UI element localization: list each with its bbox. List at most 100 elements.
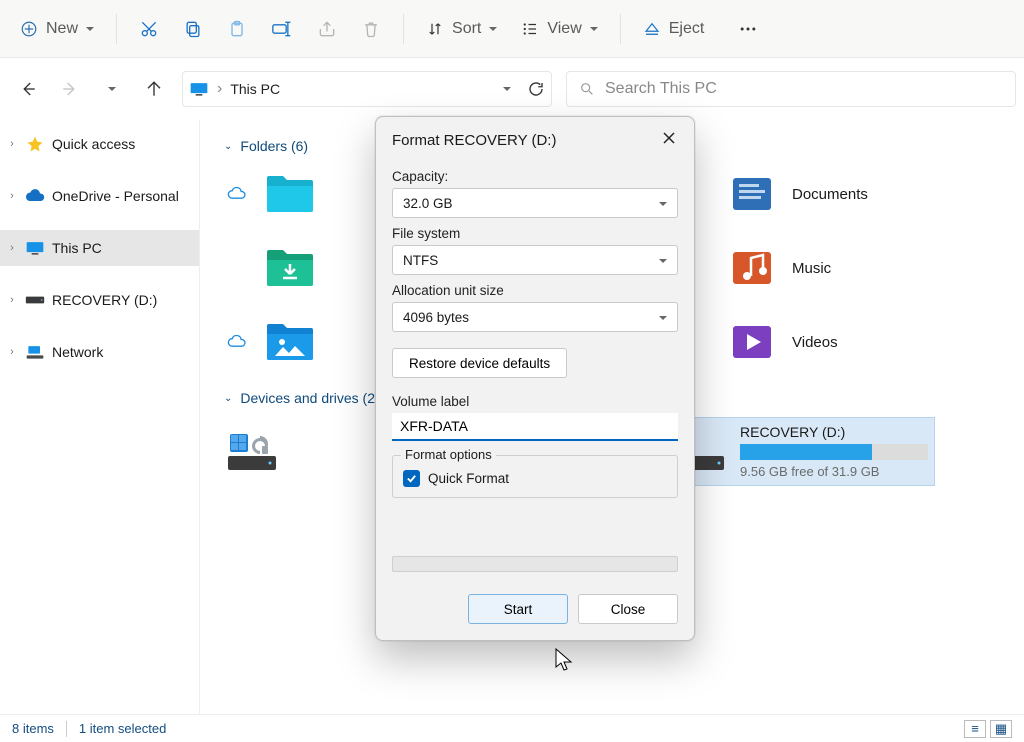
- arrow-left-icon: [19, 80, 37, 98]
- more-button[interactable]: [728, 10, 768, 48]
- chevron-down-icon[interactable]: [503, 80, 511, 98]
- more-icon: [738, 19, 758, 39]
- rename-button[interactable]: [261, 10, 303, 48]
- nav-this-pc[interactable]: › This PC: [0, 230, 199, 266]
- plus-circle-icon: [20, 20, 38, 38]
- view-icon: [521, 20, 539, 38]
- dialog-close-button[interactable]: [658, 127, 680, 153]
- eject-button[interactable]: Eject: [633, 10, 715, 48]
- navigation-row: › This PC Search This PC: [0, 58, 1024, 120]
- details-view-toggle[interactable]: ≡: [964, 720, 986, 738]
- nav-label: This PC: [52, 240, 102, 256]
- search-box[interactable]: Search This PC: [566, 71, 1016, 107]
- address-bar[interactable]: › This PC: [182, 71, 552, 107]
- downloads-folder-icon: [265, 248, 315, 288]
- capacity-combo[interactable]: 32.0 GB: [392, 188, 678, 218]
- share-button[interactable]: [307, 10, 347, 48]
- nav-network[interactable]: › Network: [0, 334, 199, 370]
- quick-format-label: Quick Format: [428, 471, 509, 486]
- breadcrumb[interactable]: This PC: [230, 81, 280, 97]
- close-button[interactable]: Close: [578, 594, 678, 624]
- drive-icon: [25, 294, 45, 306]
- capacity-label: Capacity:: [392, 169, 678, 184]
- arrow-right-icon: [61, 80, 79, 98]
- videos-icon: [729, 322, 775, 362]
- sort-label: Sort: [452, 20, 481, 38]
- drive-free: 9.56 GB free of 31.9 GB: [740, 464, 928, 479]
- search-placeholder: Search This PC: [605, 80, 717, 98]
- close-icon: [662, 131, 676, 145]
- capacity-bar: [740, 444, 928, 460]
- volume-label-label: Volume label: [392, 394, 678, 409]
- drive-recovery[interactable]: RECOVERY (D:) 9.56 GB free of 31.9 GB: [674, 418, 934, 485]
- folder-label: Music: [792, 260, 831, 277]
- format-dialog: Format RECOVERY (D:) Capacity: 32.0 GB F…: [375, 116, 695, 641]
- os-drive-icon: [224, 430, 280, 474]
- cut-icon: [139, 19, 159, 39]
- drive-name: RECOVERY (D:): [740, 424, 928, 440]
- sort-icon: [426, 20, 444, 38]
- trash-icon: [361, 19, 381, 39]
- command-bar: New Sort View Eject: [0, 0, 1024, 58]
- folder-music[interactable]: Music: [724, 240, 994, 296]
- cloud-state-icon: [227, 335, 247, 349]
- volume-label-input[interactable]: [392, 413, 678, 441]
- folder-videos[interactable]: Videos: [724, 314, 994, 370]
- nav-label: Quick access: [52, 136, 135, 152]
- up-button[interactable]: [134, 69, 174, 109]
- status-bar: 8 items 1 item selected ≡ ▦: [0, 714, 1024, 742]
- checkbox-checked-icon: [403, 470, 420, 487]
- chevron-down-icon: [489, 20, 497, 38]
- format-options-legend: Format options: [401, 447, 496, 462]
- cloud-state-icon: [227, 187, 247, 201]
- copy-button[interactable]: [173, 10, 213, 48]
- sort-button[interactable]: Sort: [416, 10, 507, 48]
- search-icon: [579, 81, 595, 97]
- folder-documents[interactable]: Documents: [724, 166, 994, 222]
- delete-button[interactable]: [351, 10, 391, 48]
- back-button[interactable]: [8, 69, 48, 109]
- new-button[interactable]: New: [10, 10, 104, 48]
- folder-label: Documents: [792, 186, 868, 203]
- eject-icon: [643, 20, 661, 38]
- refresh-icon[interactable]: [527, 80, 545, 98]
- chevron-down-icon: [86, 20, 94, 38]
- nav-label: OneDrive - Personal: [52, 188, 179, 204]
- tiles-view-toggle[interactable]: ▦: [990, 720, 1012, 738]
- recent-locations-button[interactable]: [92, 69, 132, 109]
- restore-defaults-button[interactable]: Restore device defaults: [392, 348, 567, 378]
- pictures-folder-icon: [265, 322, 315, 362]
- allocation-value: 4096 bytes: [403, 310, 469, 325]
- dialog-title: Format RECOVERY (D:): [392, 132, 556, 149]
- capacity-value: 32.0 GB: [403, 196, 453, 211]
- cloud-icon: [25, 189, 45, 203]
- documents-icon: [729, 174, 775, 214]
- monitor-icon: [189, 81, 209, 97]
- chevron-down-icon: [659, 310, 667, 325]
- nav-recovery-drive[interactable]: › RECOVERY (D:): [0, 282, 199, 318]
- navigation-pane: › Quick access › OneDrive - Personal › T…: [0, 120, 200, 714]
- folder-label: Videos: [792, 334, 838, 351]
- star-icon: [26, 135, 44, 153]
- status-item-count: 8 items: [12, 721, 54, 736]
- quick-format-checkbox[interactable]: Quick Format: [403, 470, 667, 487]
- paste-button[interactable]: [217, 10, 257, 48]
- nav-label: RECOVERY (D:): [52, 292, 157, 308]
- paste-icon: [227, 19, 247, 39]
- group-label: Devices and drives (2): [240, 390, 379, 406]
- nav-onedrive[interactable]: › OneDrive - Personal: [0, 178, 199, 214]
- cut-button[interactable]: [129, 10, 169, 48]
- new-label: New: [46, 20, 78, 38]
- format-options-group: Format options Quick Format: [392, 455, 678, 498]
- view-button[interactable]: View: [511, 10, 607, 48]
- allocation-combo[interactable]: 4096 bytes: [392, 302, 678, 332]
- chevron-down-icon: [659, 253, 667, 268]
- rename-icon: [271, 19, 293, 39]
- start-button[interactable]: Start: [468, 594, 568, 624]
- nav-quick-access[interactable]: › Quick access: [0, 126, 199, 162]
- filesystem-combo[interactable]: NTFS: [392, 245, 678, 275]
- filesystem-value: NTFS: [403, 253, 438, 268]
- forward-button[interactable]: [50, 69, 90, 109]
- folder-icon: [265, 174, 315, 214]
- filesystem-label: File system: [392, 226, 678, 241]
